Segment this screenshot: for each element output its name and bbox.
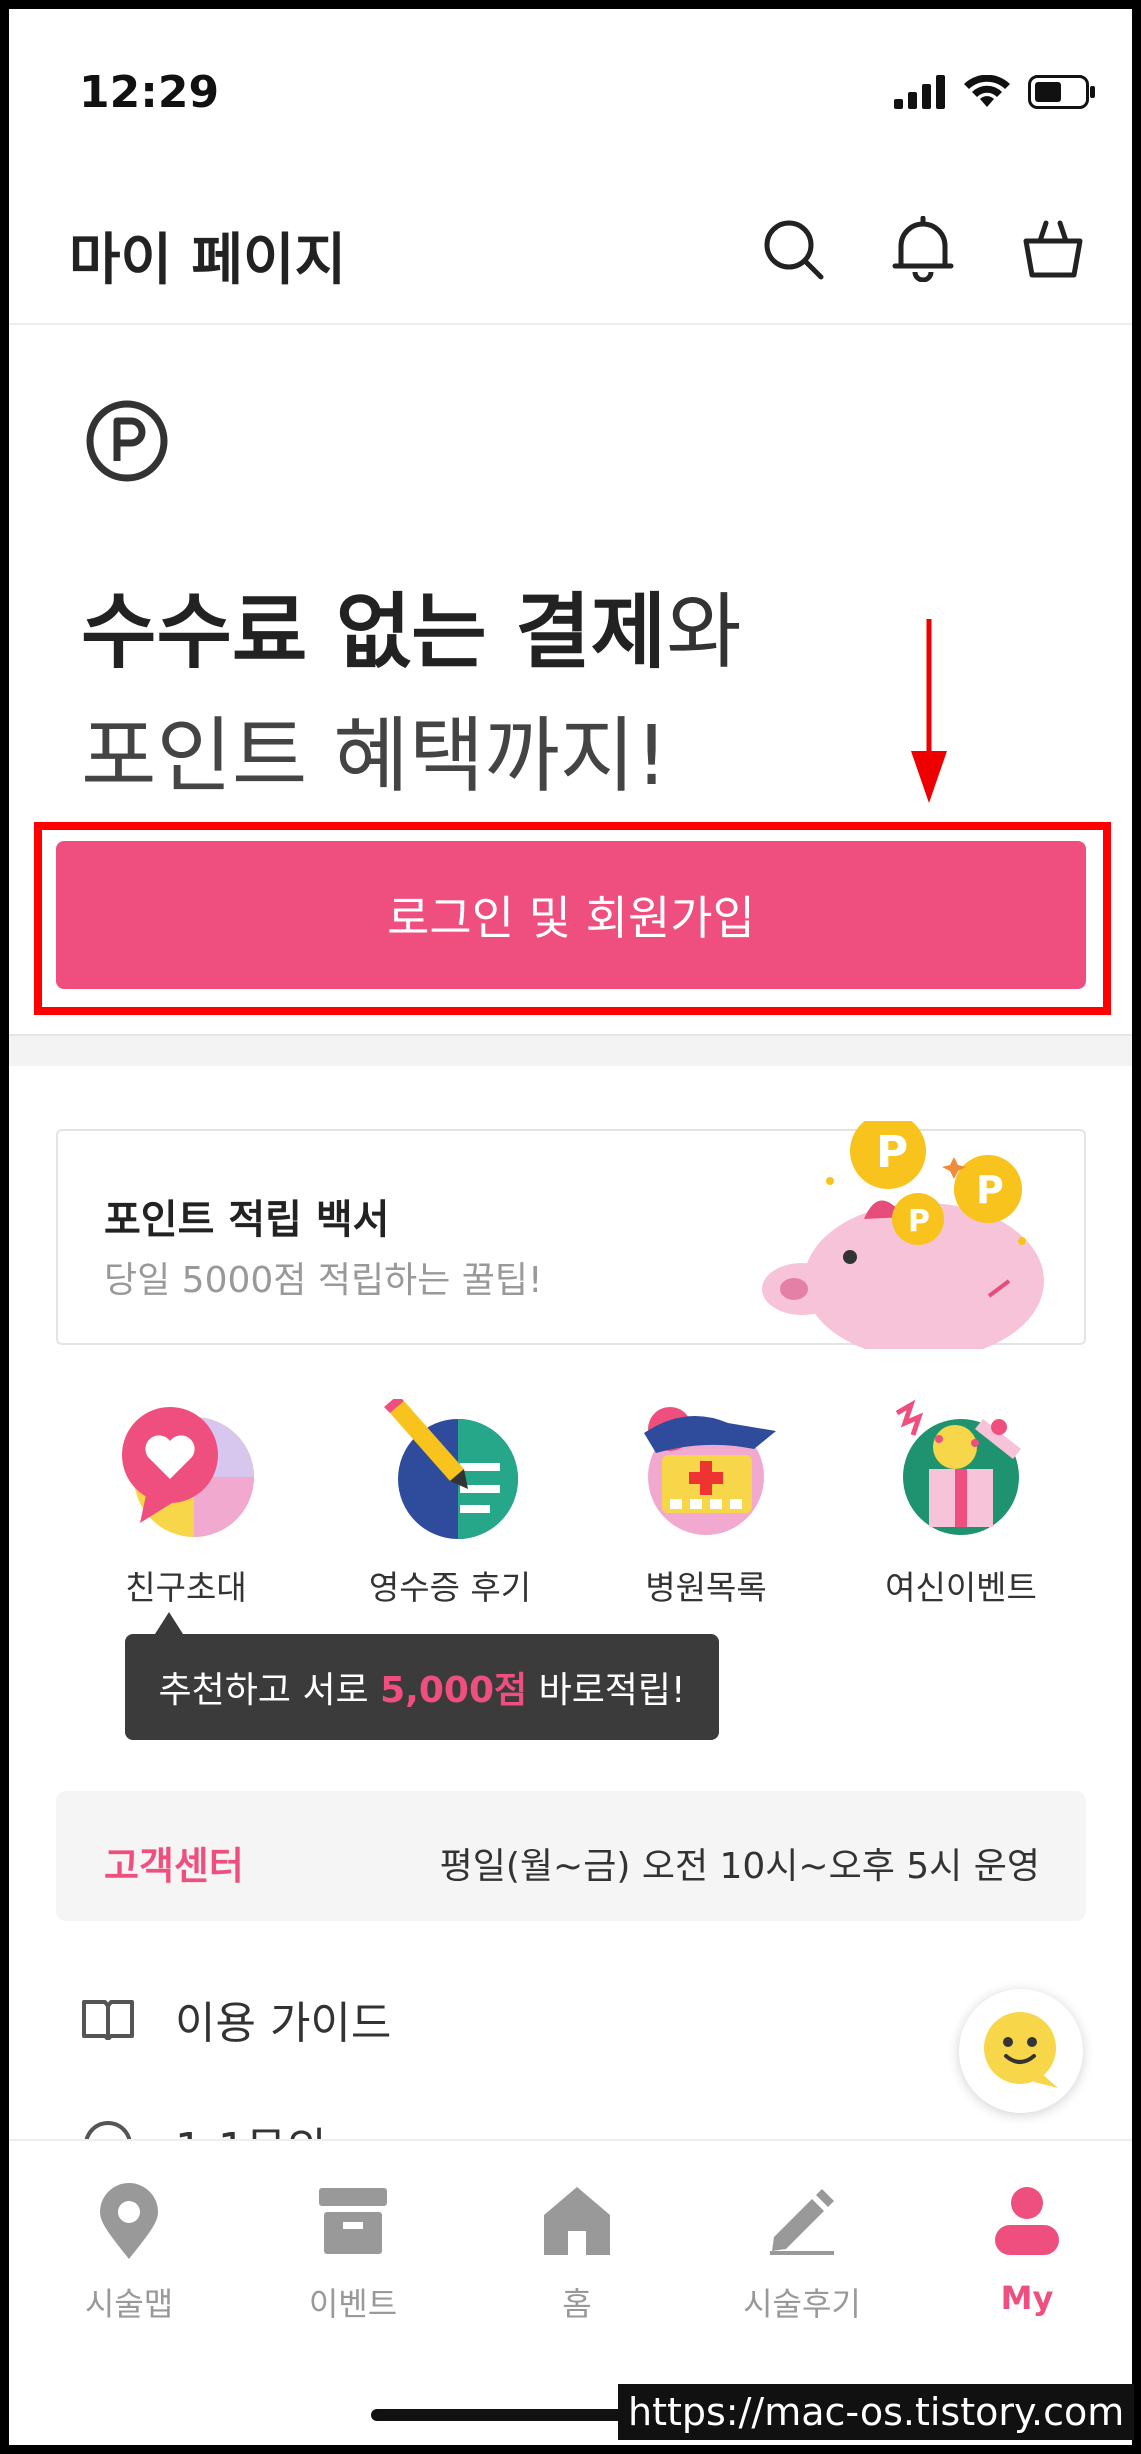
tab-events[interactable]: 이벤트: [263, 2179, 443, 2325]
home-indicator: [371, 2409, 631, 2421]
tooltip-text: 추천하고 서로: [158, 1670, 381, 1711]
tab-label: 시술맵: [84, 2285, 174, 2323]
tab-map[interactable]: 시술맵: [39, 2179, 219, 2325]
hero-subheadline: 포인트 혜택까지!: [81, 709, 669, 804]
status-time: 12:29: [79, 67, 220, 118]
point-p-icon: [86, 400, 168, 482]
cart-button[interactable]: [1013, 209, 1093, 289]
hero-headline-rest: 와: [666, 585, 742, 680]
smiley-chatbot-icon: [984, 2012, 1058, 2088]
screen: 12:29 마이 페이지 수수료 없는 결제와 포인트 혜택까지! 로그인 및 …: [9, 9, 1132, 2445]
tab-my[interactable]: My: [937, 2179, 1117, 2317]
quick-menu-label: 병원목록: [645, 1568, 767, 1607]
tab-label: 이벤트: [308, 2285, 398, 2323]
tooltip-text-end: 바로적립!: [527, 1670, 686, 1711]
tab-reviews[interactable]: 시술후기: [712, 2179, 892, 2325]
quick-menu-receipt-review[interactable]: 영수증 후기: [350, 1395, 550, 1609]
quick-menu-invite[interactable]: 친구초대: [86, 1399, 286, 1609]
signal-icon: [894, 75, 945, 109]
hero-headline-bold: 수수료 없는 결제: [81, 585, 667, 680]
watermark: https://mac-os.tistory.com: [618, 2384, 1135, 2440]
chatbot-button[interactable]: [959, 1989, 1083, 2113]
svg-text:P: P: [908, 1204, 930, 1239]
point-logo: [85, 399, 169, 487]
pencil-memo-icon: [384, 1395, 518, 1539]
hospital-icon: [644, 1407, 776, 1535]
svg-text:P: P: [876, 1127, 908, 1178]
quick-menu-hospitals[interactable]: 병원목록: [606, 1399, 806, 1609]
login-signup-button[interactable]: 로그인 및 회원가입: [56, 841, 1086, 989]
user-icon: [995, 2187, 1059, 2255]
customer-center-hours: 평일(월~금) 오전 10시~오후 5시 운영: [439, 1846, 1040, 1887]
quick-menu-events[interactable]: 여신이벤트: [861, 1399, 1061, 1609]
hero-headline: 수수료 없는 결제와: [81, 565, 742, 684]
search-button[interactable]: [753, 209, 833, 289]
bell-icon: [892, 216, 954, 282]
tab-label: 홈: [562, 2285, 592, 2323]
tooltip-highlight: 5,000점: [380, 1670, 528, 1711]
notification-button[interactable]: [883, 209, 963, 289]
tab-label: 시술후기: [743, 2285, 861, 2323]
battery-icon: [1028, 75, 1095, 109]
section-divider: [9, 1034, 1132, 1066]
tab-home[interactable]: 홈: [487, 2179, 667, 2325]
shopping-bag-icon: [1023, 220, 1083, 278]
customer-center-title: 고객센터: [104, 1844, 244, 1888]
header-divider: [9, 323, 1132, 325]
banner-title: 포인트 적립 백서: [104, 1197, 390, 1243]
quick-menu-label: 영수증 후기: [368, 1568, 532, 1607]
annotation-arrow-icon: [911, 619, 947, 803]
point-guide-banner[interactable]: 포인트 적립 백서 당일 5000점 적립하는 꿀팁! P P P: [56, 1121, 1086, 1349]
quick-menu-label: 여신이벤트: [885, 1568, 1037, 1607]
gift-box-icon: [895, 1399, 1021, 1535]
invite-tooltip: 추천하고 서로 5,000점 바로적립!: [125, 1612, 719, 1740]
pencil-icon: [770, 2189, 834, 2255]
page-title: 마이 페이지: [69, 228, 347, 293]
menu-item-label: 이용 가이드: [175, 1998, 392, 2049]
customer-center[interactable]: 고객센터 평일(월~금) 오전 10시~오후 5시 운영: [56, 1791, 1086, 1921]
svg-text:P: P: [976, 1168, 1004, 1212]
map-pin-icon: [100, 2183, 158, 2259]
home-icon: [544, 2187, 610, 2255]
quick-menu-label: 친구초대: [125, 1568, 247, 1607]
menu-item-guide[interactable]: 이용 가이드: [81, 1987, 391, 2051]
book-icon: [82, 2000, 134, 2040]
heart-chat-icon: [122, 1407, 254, 1537]
banner-subtitle: 당일 5000점 적립하는 꿀팁!: [104, 1260, 543, 1301]
tab-label: My: [1000, 2279, 1054, 2317]
search-icon: [764, 220, 824, 280]
wifi-icon: [964, 75, 1010, 107]
piggy-bank-icon: P P P: [762, 1121, 1044, 1349]
archive-box-icon: [319, 2188, 387, 2254]
status-icons: [894, 75, 1096, 109]
